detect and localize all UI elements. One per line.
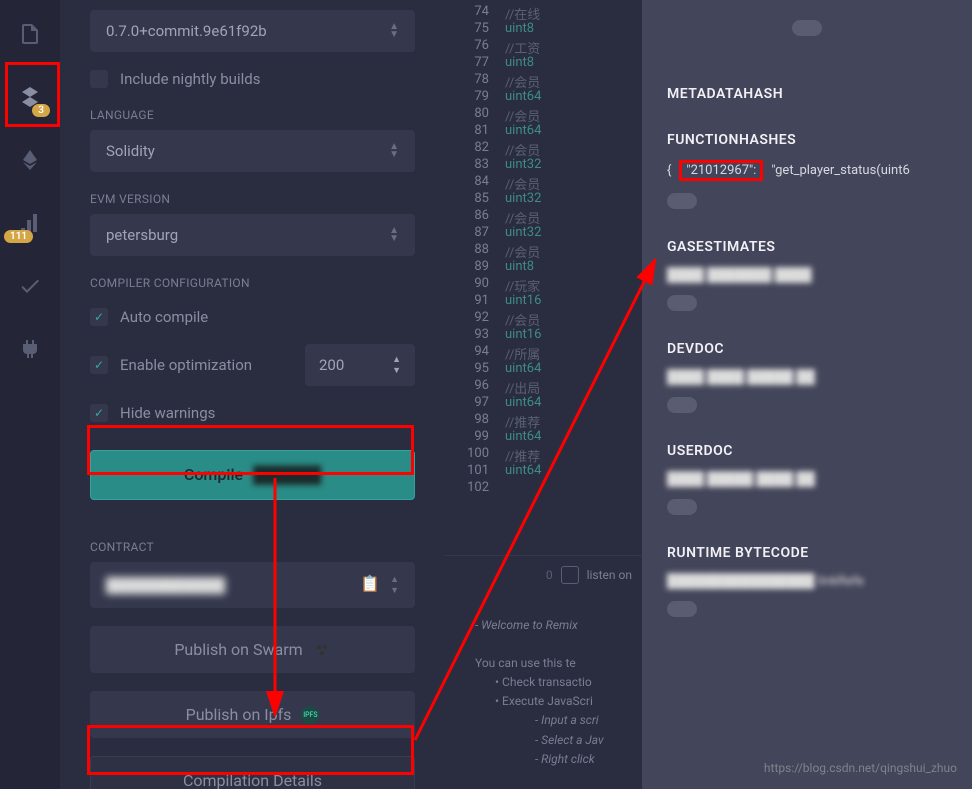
evm-value: petersburg — [106, 226, 178, 244]
ipfs-icon: IPFS — [301, 706, 319, 724]
compiler-version-value: 0.7.0+commit.9e61f92b — [106, 22, 267, 40]
config-label: COMPILER CONFIGURATION — [90, 276, 415, 290]
contract-label: CONTRACT — [90, 540, 415, 554]
publish-ipfs-button[interactable]: Publish on Ipfs IPFS — [90, 691, 415, 738]
nightly-checkbox[interactable] — [90, 70, 108, 88]
language-select[interactable]: Solidity ▲▼ — [90, 130, 415, 172]
publish-swarm-button[interactable]: Publish on Swarm — [90, 626, 415, 673]
chevron-updown-icon: ▲▼ — [389, 227, 399, 243]
chevron-updown-icon: ▲▼ — [390, 574, 399, 596]
chevron-updown-icon: ▲▼ — [389, 143, 399, 159]
runs-value: 200 — [319, 356, 344, 374]
swarm-icon — [313, 641, 331, 659]
debugger-icon[interactable] — [16, 272, 44, 300]
analysis-icon[interactable]: 111 — [16, 209, 44, 237]
contract-value: ████████████ — [106, 577, 225, 594]
listen-network-toggle[interactable]: 0 listen on — [546, 566, 632, 585]
autocompile-checkbox[interactable]: ✓ — [90, 308, 108, 326]
compilation-details-button[interactable]: Compilation Details — [90, 756, 415, 789]
hidewarn-label: Hide warnings — [120, 404, 215, 422]
optimize-label: Enable optimization — [120, 356, 252, 374]
runs-input[interactable]: 200 ▲▼ — [305, 344, 415, 386]
file-explorer-icon[interactable] — [16, 20, 44, 48]
autocompile-label: Auto compile — [120, 308, 208, 326]
evm-select[interactable]: petersburg ▲▼ — [90, 214, 415, 256]
language-label: LANGUAGE — [90, 108, 415, 122]
deploy-icon[interactable] — [16, 146, 44, 174]
evm-label: EVM VERSION — [90, 192, 415, 206]
plugin-icon[interactable] — [16, 335, 44, 363]
copy-abi-icon[interactable]: 📋 — [360, 574, 380, 596]
analysis-badge: 111 — [4, 230, 33, 243]
handle[interactable] — [792, 20, 822, 36]
icon-sidebar: 3 111 — [0, 0, 60, 789]
listen-checkbox[interactable] — [561, 566, 579, 584]
chevron-updown-icon: ▲▼ — [389, 23, 399, 39]
contract-select[interactable]: ████████████ 📋 ▲▼ — [90, 562, 415, 608]
hidewarn-checkbox[interactable]: ✓ — [90, 404, 108, 422]
optimize-checkbox[interactable]: ✓ — [90, 356, 108, 374]
compiler-icon[interactable]: 3 — [16, 83, 44, 111]
compile-button[interactable]: Compile ██████ — [90, 450, 415, 500]
watermark: https://blog.csdn.net/qingshui_zhuo — [764, 761, 957, 775]
compiler-panel: 0.7.0+commit.9e61f92b ▲▼ Include nightly… — [60, 0, 445, 789]
chevron-updown-icon: ▲▼ — [392, 354, 401, 376]
language-value: Solidity — [106, 142, 155, 160]
nightly-label: Include nightly builds — [120, 70, 260, 88]
compiler-badge: 3 — [32, 104, 50, 117]
compiler-version-select[interactable]: 0.7.0+commit.9e61f92b ▲▼ — [90, 10, 415, 52]
compilation-details-panel: METADATAHASHFUNCTIONHASHES{"21012967":"g… — [642, 0, 972, 789]
